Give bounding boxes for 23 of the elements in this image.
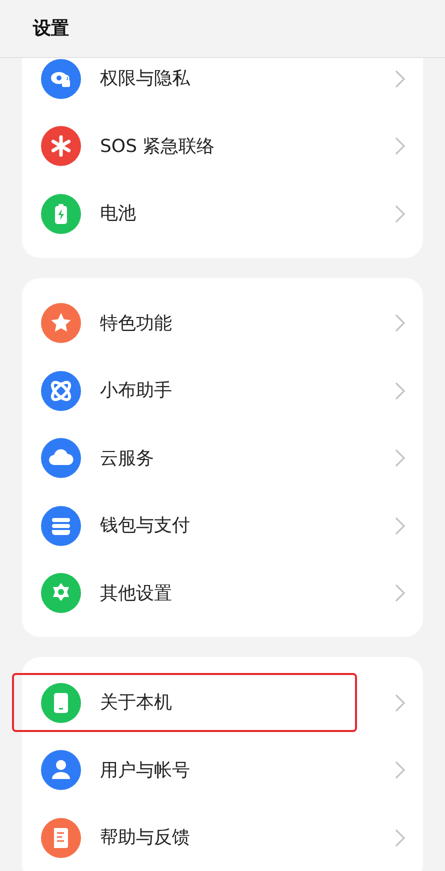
- menu-item[interactable]: 用户与帐号: [100, 756, 394, 784]
- chevron-icon: [394, 448, 406, 468]
- page-title: 设置: [33, 17, 69, 41]
- menu-item[interactable]: 钱包与支付: [100, 512, 394, 540]
- chevron-icon: [394, 828, 406, 848]
- menu-item[interactable]: 帮助与反馈: [100, 824, 394, 852]
- menu-item[interactable]: 权限与隐私: [100, 65, 394, 92]
- menu-item[interactable]: SOS 紧急联络: [100, 132, 394, 160]
- chevron-icon: [394, 136, 406, 156]
- menu-item[interactable]: 关于本机: [100, 689, 394, 716]
- chevron-icon: [394, 68, 406, 89]
- chevron-icon: [394, 760, 406, 780]
- menu-item[interactable]: 特色功能: [100, 310, 394, 337]
- chevron-icon: [394, 204, 406, 224]
- chevron-icon: [394, 692, 406, 713]
- menu-item[interactable]: 电池: [100, 200, 394, 228]
- menu-item[interactable]: 小布助手: [100, 377, 394, 404]
- chevron-icon: [394, 313, 406, 334]
- chevron-icon: [394, 583, 406, 604]
- menu-item[interactable]: 云服务: [100, 444, 394, 472]
- chevron-icon: [394, 516, 406, 536]
- chevron-icon: [394, 380, 406, 401]
- menu-item[interactable]: 其他设置: [100, 580, 394, 607]
